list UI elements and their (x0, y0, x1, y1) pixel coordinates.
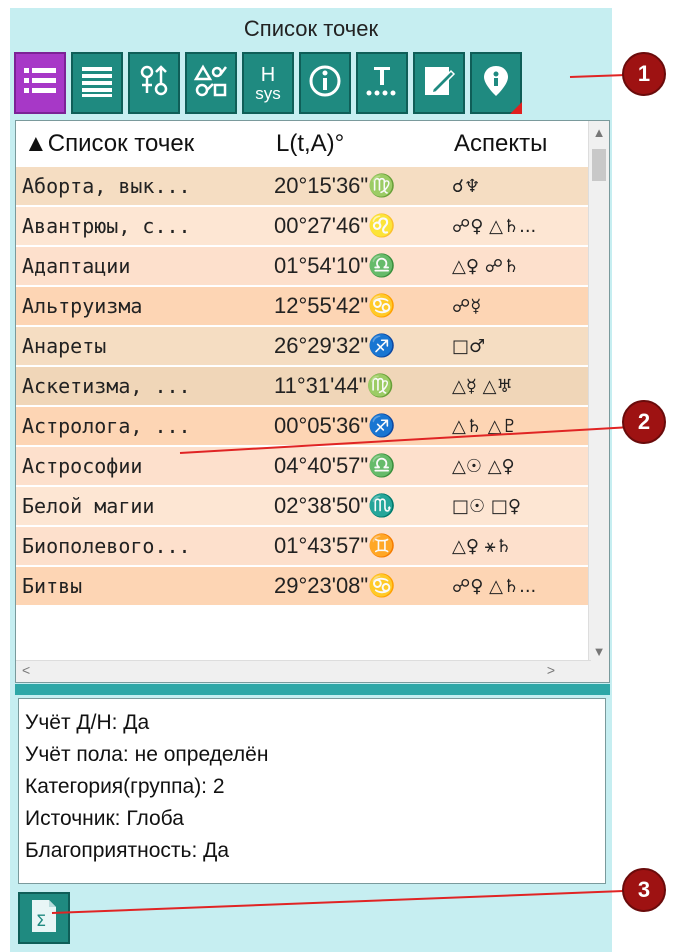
table-row[interactable]: Битвы 29°23'08"♋ ☍♀ △♄... (16, 567, 591, 607)
info-line: Категория(группа): 2 (25, 775, 225, 798)
callout-marker-3: 3 (622, 868, 666, 912)
row-longitude: 00°05'36"♐ (274, 413, 396, 438)
scrollbar-corner (589, 661, 609, 682)
sigma-document-icon: Σ (29, 898, 59, 939)
row-aspects: ☍☿ (452, 295, 482, 317)
row-longitude: 00°27'46"♌ (274, 213, 396, 238)
table-header: ▲Список точек L(t,A)° Аспекты (16, 121, 591, 168)
point-info-box: Учёт Д/Н: Да Учёт пола: не определён Катег… (18, 698, 606, 884)
table-row[interactable]: Биополевого... 01°43'57"♊ △♀ ⚹♄ (16, 527, 591, 567)
edit-icon (421, 63, 457, 104)
header-points-list[interactable]: ▲Список точек (16, 130, 268, 158)
row-longitude: 02°38'50"♏ (274, 493, 396, 518)
map-pin-icon (478, 63, 514, 104)
row-aspects: ☍♀ △♄... (452, 575, 537, 597)
t-dots-icon (364, 63, 400, 104)
panel-title: Список точек (243, 16, 379, 41)
scroll-up-icon[interactable]: ▲ (589, 125, 609, 140)
row-point-name: Аскетизма, ... (22, 374, 191, 398)
svg-text:Σ: Σ (36, 911, 46, 930)
row-longitude: 04°40'57"♎ (274, 453, 396, 478)
scroll-down-icon[interactable]: ▼ (589, 644, 609, 659)
row-point-name: Анареты (22, 334, 107, 358)
table-row[interactable]: Авантрюы, с... 00°27'46"♌ ☍♀ △♄... (16, 207, 591, 247)
row-longitude: 01°43'57"♊ (274, 533, 396, 558)
horizontal-scrollbar[interactable]: < > (16, 660, 591, 682)
planet-symbols-icon (136, 63, 172, 104)
lines-icon (79, 63, 115, 104)
table-row[interactable]: Альтруизма 12°55'42"♋ ☍☿ (16, 287, 591, 327)
row-point-name: Адаптации (22, 254, 131, 278)
row-aspects: △☿ △♅ (452, 375, 513, 397)
points-table[interactable]: ▲Список точек L(t,A)° Аспекты Аборта, вы… (15, 120, 610, 683)
table-row[interactable]: Анареты 26°29'32"♐ □♂ (16, 327, 591, 367)
point-pin-button[interactable] (470, 52, 522, 114)
callout-marker-2: 2 (622, 400, 666, 444)
table-row[interactable]: Белой магии 02°38'50"♏ □☉ □♀ (16, 487, 591, 527)
hsys-icon: H sys (255, 63, 281, 103)
callout-marker-1: 1 (622, 52, 666, 96)
row-aspects: △♀ ☍♄ (452, 255, 520, 277)
aspect-symbols-icon (193, 63, 229, 104)
info-line: Учёт пола: не определён (25, 743, 269, 766)
row-longitude: 01°54'10"♎ (274, 253, 396, 278)
aspects-button[interactable] (185, 52, 237, 114)
scroll-right-icon[interactable]: > (547, 662, 555, 678)
table-row[interactable]: Аскетизма, ... 11°31'44"♍ △☿ △♅ (16, 367, 591, 407)
row-aspects: △♀ ⚹♄ (452, 535, 512, 557)
row-longitude: 29°23'08"♋ (274, 573, 396, 598)
table-row[interactable]: Астрософии 04°40'57"♎ △☉ △♀ (16, 447, 591, 487)
scroll-left-icon[interactable]: < (22, 662, 30, 678)
row-point-name: Биополевого... (22, 534, 191, 558)
info-line: Источник: Глоба (25, 807, 184, 830)
row-point-name: Альтруизма (22, 294, 143, 318)
scroll-thumb[interactable] (592, 149, 606, 181)
row-aspects: □☉ □♀ (452, 495, 522, 517)
header-longitude[interactable]: L(t,A)° (268, 130, 446, 158)
row-longitude: 11°31'44"♍ (274, 373, 394, 398)
row-longitude: 20°15'36"♍ (274, 173, 396, 198)
info-icon (307, 63, 343, 104)
list-view-button[interactable] (14, 52, 66, 114)
table-row[interactable]: Адаптации 01°54'10"♎ △♀ ☍♄ (16, 247, 591, 287)
table-row[interactable]: Аборта, вык... 20°15'36"♍ ☌♆ (16, 167, 591, 207)
row-point-name: Астрософии (22, 454, 143, 478)
t-dots-button[interactable] (356, 52, 408, 114)
sum-button[interactable]: Σ (18, 892, 70, 944)
row-point-name: Битвы (22, 574, 83, 598)
row-point-name: Авантрюы, с... (22, 214, 191, 238)
active-corner-indicator (510, 102, 522, 114)
row-point-name: Белой магии (22, 494, 155, 518)
points-panel: Список точек H sys ▲Список точек L(t,A)°… (10, 8, 612, 952)
row-aspects: △☉ △♀ (452, 455, 515, 477)
list-icon (22, 63, 58, 104)
table-view-button[interactable] (71, 52, 123, 114)
row-longitude: 26°29'32"♐ (274, 333, 396, 358)
table-row[interactable]: Астролога, ... 00°05'36"♐ △♄ △♇ (16, 407, 591, 447)
info-button[interactable] (299, 52, 351, 114)
row-aspects: ☍♀ △♄... (452, 215, 537, 237)
info-line: Благоприятность: Да (25, 839, 230, 862)
row-aspects: ☌♆ (452, 175, 481, 197)
row-longitude: 12°55'42"♋ (274, 293, 396, 318)
planets-button[interactable] (128, 52, 180, 114)
house-system-button[interactable]: H sys (242, 52, 294, 114)
row-point-name: Астролога, ... (22, 414, 191, 438)
header-aspects[interactable]: Аспекты (446, 130, 591, 158)
vertical-scrollbar[interactable]: ▲ ▼ (588, 121, 609, 661)
table-body: Аборта, вык... 20°15'36"♍ ☌♆ Авантрюы, с...… (16, 167, 591, 607)
splitter-bar[interactable] (15, 684, 610, 695)
edit-button[interactable] (413, 52, 465, 114)
row-point-name: Аборта, вык... (22, 174, 191, 198)
toolbar: H sys (14, 52, 522, 114)
row-aspects: □♂ (452, 335, 486, 357)
info-line: Учёт Д/Н: Да (25, 711, 150, 734)
